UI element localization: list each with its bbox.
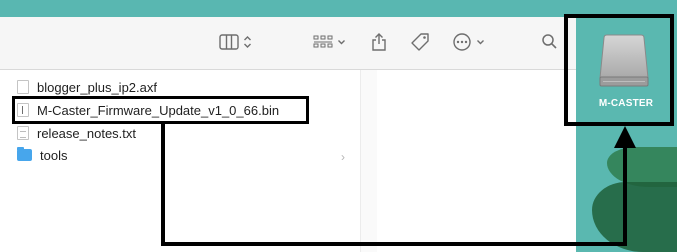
screenshot-canvas: blogger_plus_ip2.axf M-Caster_Firmware_U… [0,0,677,252]
annotation-arrow [161,124,636,246]
